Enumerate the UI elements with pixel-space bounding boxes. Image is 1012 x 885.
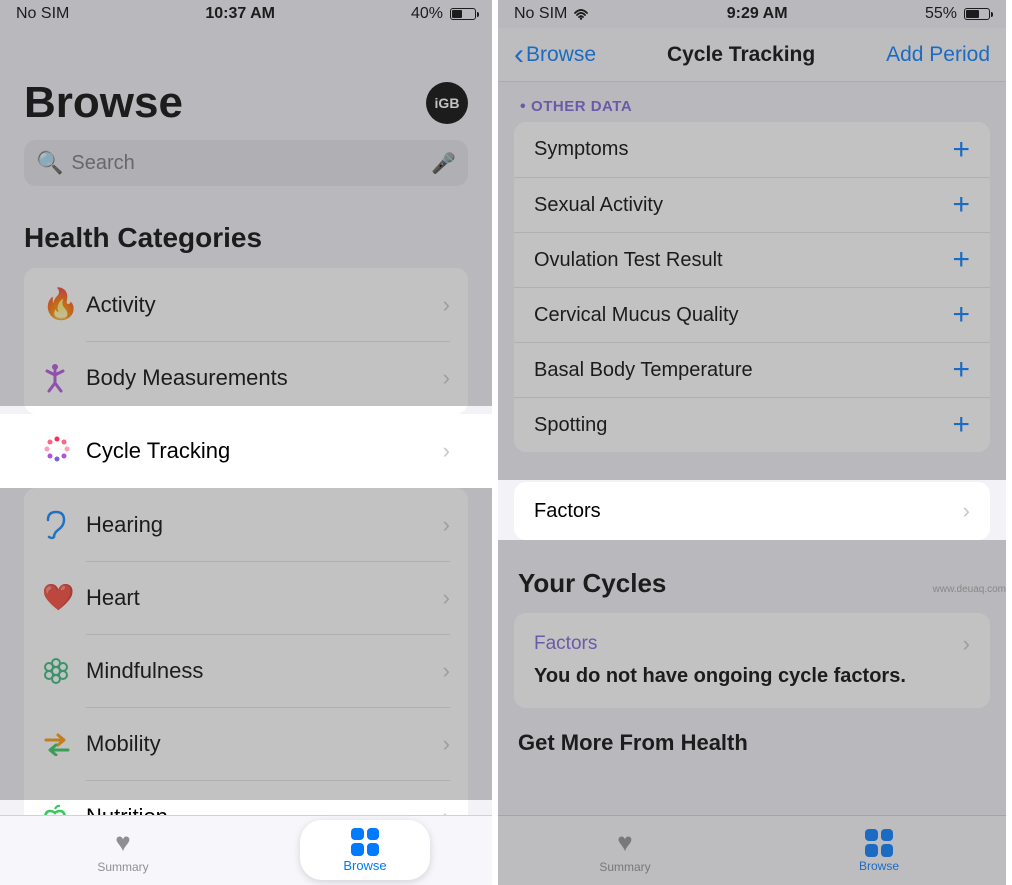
plus-icon[interactable]: + <box>952 188 970 222</box>
battery-pct: 55% <box>925 5 957 23</box>
chevron-right-icon: › <box>443 731 450 757</box>
factors-row[interactable]: Factors › <box>514 482 990 540</box>
left-screenshot: No SIM 10:37 AM 40% Browse iGB 🔍 🎤 Healt… <box>0 0 498 885</box>
status-bar: No SIM 10:37 AM 40% <box>0 0 492 28</box>
tab-browse[interactable]: Browse <box>752 816 1006 885</box>
clock-text: 10:37 AM <box>205 5 275 23</box>
nav-bar: ‹ Browse Cycle Tracking Add Period <box>498 28 1006 82</box>
plus-icon[interactable]: + <box>952 243 970 277</box>
battery-icon <box>964 8 990 20</box>
data-row-basal-temp[interactable]: Basal Body Temperature+ <box>514 342 990 397</box>
data-row-cervical[interactable]: Cervical Mucus Quality+ <box>514 287 990 342</box>
categories-card-cont: Hearing› ❤️ Heart› Mindfulness› Mobility… <box>24 488 468 853</box>
mic-icon[interactable]: 🎤 <box>431 151 456 176</box>
chevron-right-icon: › <box>443 585 450 611</box>
body-icon <box>42 363 86 393</box>
ear-icon <box>42 510 86 540</box>
chevron-right-icon: › <box>443 512 450 538</box>
heart-fill-icon: ♥ <box>617 827 632 858</box>
grid-icon <box>865 829 893 857</box>
cycle-tracking-icon <box>42 434 86 469</box>
plus-icon[interactable]: + <box>952 353 970 387</box>
tab-browse[interactable]: Browse <box>300 820 430 880</box>
grid-icon <box>351 828 379 856</box>
battery-icon <box>450 8 476 20</box>
category-activity[interactable]: 🔥 Activity› <box>24 268 468 341</box>
factors-card-title: Factors <box>534 633 597 655</box>
category-mobility[interactable]: Mobility› <box>24 707 468 780</box>
heart-icon: ❤️ <box>42 582 86 613</box>
category-cycle-tracking[interactable]: Cycle Tracking› <box>0 414 492 488</box>
carrier-text: No SIM <box>16 5 69 23</box>
chevron-right-icon: › <box>963 631 970 657</box>
get-more-title: Get More From Health <box>518 730 990 756</box>
wifi-icon <box>573 8 589 20</box>
tab-summary[interactable]: ♥ Summary <box>0 816 246 885</box>
factors-row-card: Factors › <box>514 482 990 540</box>
categories-card: 🔥 Activity› Body Measurements› <box>24 268 468 414</box>
category-hearing[interactable]: Hearing› <box>24 488 468 561</box>
chevron-right-icon: › <box>443 292 450 318</box>
right-screenshot: No SIM 9:29 AM 55% ‹ Browse Cycle Tracki… <box>498 0 1006 885</box>
your-cycles-title: Your Cycles <box>518 568 990 599</box>
search-icon: 🔍 <box>36 150 63 176</box>
heart-fill-icon: ♥ <box>115 827 130 858</box>
search-field[interactable]: 🔍 🎤 <box>24 140 468 186</box>
plus-icon[interactable]: + <box>952 408 970 442</box>
data-row-symptoms[interactable]: Symptoms+ <box>514 122 990 177</box>
back-button[interactable]: ‹ Browse <box>514 38 596 72</box>
plus-icon[interactable]: + <box>952 298 970 332</box>
chevron-right-icon: › <box>443 438 450 464</box>
data-row-ovulation[interactable]: Ovulation Test Result+ <box>514 232 990 287</box>
tab-summary[interactable]: ♥ Summary <box>498 816 752 885</box>
carrier-text: No SIM <box>514 5 567 23</box>
chevron-right-icon: › <box>963 498 970 524</box>
category-body[interactable]: Body Measurements› <box>24 341 468 414</box>
search-input[interactable] <box>71 152 431 175</box>
plus-icon[interactable]: + <box>952 133 970 167</box>
status-bar: No SIM 9:29 AM 55% <box>498 0 1006 28</box>
data-row-sexual-activity[interactable]: Sexual Activity+ <box>514 177 990 232</box>
page-title: Browse <box>24 78 183 128</box>
chevron-left-icon: ‹ <box>514 38 524 72</box>
tab-bar: ♥ Summary Browse <box>498 815 1006 885</box>
factors-card-body: You do not have ongoing cycle factors. <box>534 663 970 690</box>
category-mindfulness[interactable]: Mindfulness› <box>24 634 468 707</box>
category-heart[interactable]: ❤️ Heart› <box>24 561 468 634</box>
flame-icon: 🔥 <box>42 287 86 322</box>
other-data-card: Symptoms+ Sexual Activity+ Ovulation Tes… <box>514 122 990 452</box>
section-title: Health Categories <box>24 222 468 254</box>
profile-avatar[interactable]: iGB <box>426 82 468 124</box>
nav-title: Cycle Tracking <box>667 43 815 67</box>
section-header: OTHER DATA <box>520 98 990 116</box>
mindfulness-icon <box>42 657 86 685</box>
chevron-right-icon: › <box>443 658 450 684</box>
watermark-text: www.deuaq.com <box>933 584 1006 595</box>
mobility-icon <box>42 732 86 756</box>
factors-summary-card[interactable]: Factors › You do not have ongoing cycle … <box>514 613 990 708</box>
battery-pct: 40% <box>411 5 443 23</box>
add-period-button[interactable]: Add Period <box>886 43 990 67</box>
data-row-spotting[interactable]: Spotting+ <box>514 397 990 452</box>
chevron-right-icon: › <box>443 365 450 391</box>
clock-text: 9:29 AM <box>727 5 788 23</box>
